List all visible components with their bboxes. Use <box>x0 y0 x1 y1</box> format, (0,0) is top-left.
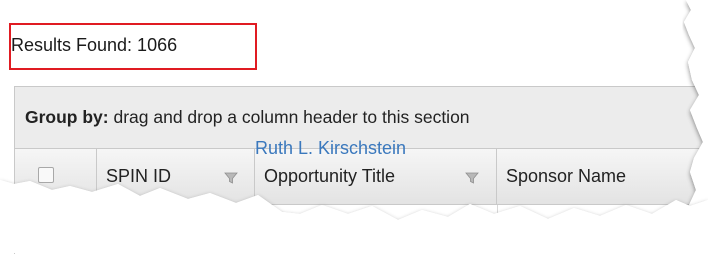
header-spin-id-label: SPIN ID <box>106 166 172 186</box>
header-sponsor-name-label: Sponsor Name <box>506 166 627 186</box>
results-count: Results Found: 1066 <box>11 35 178 55</box>
column-divider <box>255 205 256 245</box>
column-divider <box>497 205 498 245</box>
header-select-all[interactable] <box>15 149 97 204</box>
table-row[interactable] <box>15 205 708 254</box>
header-spin-id[interactable]: SPIN ID <box>97 149 255 204</box>
group-by-hint: drag and drop a column header to this se… <box>108 107 470 127</box>
group-by-text: Group by: drag and drop a column header … <box>25 107 470 128</box>
select-all-checkbox[interactable] <box>38 167 54 183</box>
results-grid: Group by: drag and drop a column header … <box>14 86 708 254</box>
column-divider <box>97 205 98 245</box>
opportunity-title-link[interactable]: Ruth L. Kirschstein <box>255 138 406 159</box>
group-by-label: Group by: <box>25 107 109 127</box>
filter-funnel-icon[interactable] <box>465 171 479 185</box>
header-sponsor-name[interactable]: Sponsor Name <box>497 149 708 204</box>
filter-funnel-icon[interactable] <box>224 171 238 185</box>
header-opportunity-title-label: Opportunity Title <box>264 166 396 186</box>
